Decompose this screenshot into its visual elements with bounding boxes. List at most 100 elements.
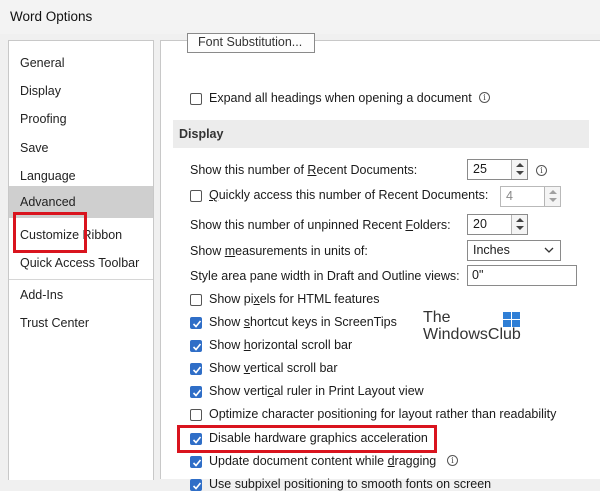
nav-item-quick-access-toolbar[interactable]: Quick Access Toolbar	[9, 249, 153, 277]
display-section-header: Display	[173, 120, 589, 148]
info-icon: i	[479, 92, 490, 103]
label-accel: Q	[209, 188, 219, 202]
style-area-width-input[interactable]: 0"	[467, 265, 577, 286]
show-horizontal-scroll-label: Show horizontal scroll bar	[209, 338, 352, 352]
spin-down-icon[interactable]	[549, 198, 557, 202]
nav-item-add-ins[interactable]: Add-Ins	[9, 281, 153, 309]
select-value: Inches	[473, 243, 510, 257]
label-part: Show	[190, 244, 225, 258]
nav-item-label: Advanced	[20, 195, 76, 209]
label-accel: h	[243, 338, 251, 352]
show-horizontal-scroll-checkbox[interactable]	[190, 340, 202, 352]
optimize-character-positioning-label: Optimize character positioning for layou…	[209, 407, 556, 421]
quick-access-spinner[interactable]: 4	[500, 186, 561, 207]
nav-item-advanced[interactable]: Advanced	[9, 186, 153, 218]
chevron-down-icon	[544, 247, 554, 253]
spinner-arrows[interactable]	[511, 160, 527, 179]
checkmark-icon	[192, 343, 202, 351]
label-part: orizontal scroll bar	[250, 338, 353, 352]
checkmark-icon	[192, 320, 202, 328]
show-pixels-label: Show pixels for HTML features	[209, 292, 379, 306]
quick-access-checkbox[interactable]	[190, 190, 202, 202]
title-bar: Word Options	[0, 0, 600, 34]
label-part: ecent Documents:	[316, 163, 418, 177]
nav-item-label: Save	[20, 141, 49, 155]
checkmark-icon	[192, 459, 202, 467]
label-part: Show	[209, 361, 244, 375]
spin-down-icon[interactable]	[516, 226, 524, 230]
spin-up-icon[interactable]	[549, 190, 557, 194]
show-pixels-checkbox[interactable]	[190, 294, 202, 306]
optimize-character-positioning-checkbox[interactable]	[190, 409, 202, 421]
nav-item-label: Trust Center	[20, 316, 90, 330]
label-accel: d	[387, 454, 395, 468]
label-part: Show verti	[209, 384, 268, 398]
update-while-dragging-checkbox[interactable]	[190, 456, 202, 468]
nav-item-proofing[interactable]: Proofing	[9, 105, 153, 133]
spinner-arrows[interactable]	[544, 187, 560, 206]
spin-up-icon[interactable]	[516, 163, 524, 167]
spinner-value: 4	[506, 189, 513, 203]
label-part: Optimize character positioning for layou…	[209, 407, 557, 421]
label-part: Update document content while	[209, 454, 388, 468]
label-part: ragging	[394, 454, 437, 468]
label-accel: F	[405, 218, 414, 232]
checkmark-icon	[192, 366, 202, 374]
label-part: Disable hardware graphics acceleration	[209, 431, 428, 445]
font-substitution-label: Font Substitution...	[198, 35, 303, 49]
windowsclub-logo-icon	[503, 312, 520, 327]
label-part: uickly access this number of Recent Docu…	[218, 188, 489, 202]
unpinned-folders-spinner[interactable]: 20	[467, 214, 528, 235]
checkmark-icon	[192, 482, 202, 490]
disable-hardware-acceleration-label: Disable hardware graphics acceleration	[209, 431, 428, 445]
label-accel: m	[224, 244, 236, 258]
checkmark-icon	[192, 436, 202, 444]
spinner-value: 25	[473, 162, 487, 176]
label-part: hortcut keys in ScreenTips	[250, 315, 397, 329]
section-title: Display	[179, 127, 224, 141]
label-part: Show this number of	[190, 163, 308, 177]
input-value: 0"	[472, 268, 484, 282]
label-part: Show pi	[209, 292, 254, 306]
show-vertical-ruler-checkbox[interactable]	[190, 386, 202, 398]
show-shortcut-keys-checkbox[interactable]	[190, 317, 202, 329]
nav-item-label: General	[20, 56, 65, 70]
label-part: al ruler in Print Layout view	[273, 384, 424, 398]
label-part: easurements in units of:	[235, 244, 368, 258]
nav-item-save[interactable]: Save	[9, 134, 153, 162]
show-vertical-scroll-checkbox[interactable]	[190, 363, 202, 375]
label-part: Show	[209, 338, 244, 352]
show-shortcut-keys-label: Show shortcut keys in ScreenTips	[209, 315, 397, 329]
label-part: Use subpixel positioning to smooth fonts…	[209, 477, 492, 491]
nav-item-general[interactable]: General	[9, 49, 153, 77]
nav-item-customize-ribbon[interactable]: Customize Ribbon	[9, 221, 153, 249]
subpixel-positioning-checkbox[interactable]	[190, 479, 202, 491]
nav-divider	[9, 279, 153, 280]
expand-headings-label: Expand all headings when opening a docum…	[209, 91, 472, 105]
unpinned-folders-label: Show this number of unpinned Recent Fold…	[190, 218, 451, 232]
recent-docs-spinner[interactable]: 25	[467, 159, 528, 180]
info-icon: i	[536, 165, 547, 176]
spin-down-icon[interactable]	[516, 171, 524, 175]
nav-item-display[interactable]: Display	[9, 77, 153, 105]
nav-item-trust-center[interactable]: Trust Center	[9, 309, 153, 337]
window-title: Word Options	[10, 9, 93, 24]
nav-item-label: Proofing	[20, 112, 67, 126]
measurements-label: Show measurements in units of:	[190, 244, 368, 258]
label-part: els for HTML features	[259, 292, 380, 306]
recent-docs-label: Show this number of Recent Documents:	[190, 163, 417, 177]
spin-up-icon[interactable]	[516, 218, 524, 222]
checkmark-icon	[192, 389, 202, 397]
quick-access-label: Quickly access this number of Recent Doc…	[209, 188, 488, 202]
label-part: ertical scroll bar	[250, 361, 338, 375]
label-part: Show	[209, 315, 244, 329]
expand-headings-checkbox[interactable]	[190, 93, 202, 105]
disable-hardware-acceleration-checkbox[interactable]	[190, 433, 202, 445]
spinner-value: 20	[473, 217, 487, 231]
style-area-label: Style area pane width in Draft and Outli…	[190, 269, 460, 283]
font-substitution-button[interactable]: Font Substitution...	[187, 33, 315, 53]
measurement-units-select[interactable]: Inches	[467, 240, 561, 261]
label-part: olders:	[413, 218, 451, 232]
spinner-arrows[interactable]	[511, 215, 527, 234]
nav-item-label: Language	[20, 169, 76, 183]
